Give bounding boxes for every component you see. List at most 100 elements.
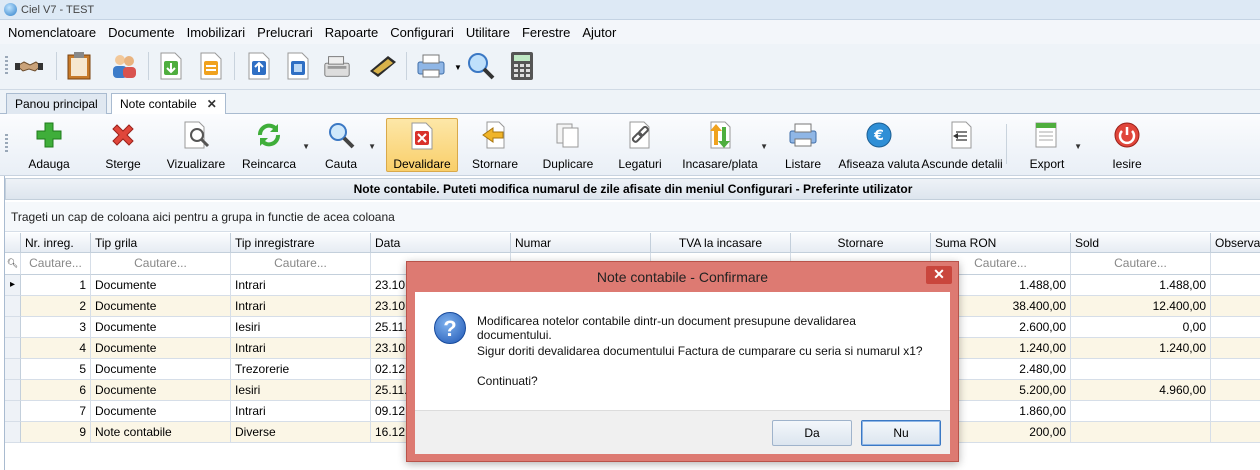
toolbar-grip[interactable]	[5, 56, 8, 76]
cell-tip-grila[interactable]: Note contabile	[91, 422, 231, 443]
menu-imobilizari[interactable]: Imobilizari	[181, 25, 252, 40]
cauta-dropdown-icon[interactable]: ▼	[368, 142, 376, 151]
duplicare-button[interactable]: Duplicare	[538, 118, 598, 172]
row-indicator[interactable]	[5, 380, 21, 401]
cell-observatii[interactable]	[1211, 359, 1260, 380]
close-icon[interactable]: ✕	[207, 97, 217, 111]
row-indicator[interactable]	[5, 422, 21, 443]
devalidare-button[interactable]: Devalidare	[386, 118, 458, 172]
filter-observatii[interactable]	[1211, 253, 1260, 275]
transfer-icon[interactable]	[196, 51, 226, 81]
cell-tip-inregistrare[interactable]: Intrari	[231, 275, 371, 296]
sterge-button[interactable]: Sterge	[94, 118, 152, 172]
cauta-button[interactable]: Cauta ▼	[320, 118, 376, 172]
column-header-nr-inreg[interactable]: Nr. inreg.	[21, 233, 91, 253]
legaturi-button[interactable]: Legaturi	[614, 118, 666, 172]
menu-configurari[interactable]: Configurari	[384, 25, 460, 40]
listare-button[interactable]: Listare	[780, 118, 826, 172]
cell-observatii[interactable]	[1211, 401, 1260, 422]
menu-nomenclatoare[interactable]: Nomenclatoare	[2, 25, 102, 40]
cell-observatii[interactable]	[1211, 275, 1260, 296]
menu-ajutor[interactable]: Ajutor	[576, 25, 622, 40]
handshake-icon[interactable]	[14, 51, 44, 81]
calculator-icon[interactable]	[507, 51, 537, 81]
cell-tip-inregistrare[interactable]: Diverse	[231, 422, 371, 443]
cell-observatii[interactable]	[1211, 380, 1260, 401]
column-header-numar[interactable]: Numar	[511, 233, 651, 253]
incasare-dropdown-icon[interactable]: ▼	[760, 142, 768, 151]
stornare-button[interactable]: Stornare	[468, 118, 522, 172]
cell-sold[interactable]: 4.960,00	[1071, 380, 1211, 401]
export-button[interactable]: Export ▼	[1024, 118, 1082, 172]
adauga-button[interactable]: Adauga	[20, 118, 78, 172]
vizualizare-button[interactable]: Vizualizare	[166, 118, 226, 172]
cell-tip-inregistrare[interactable]: Intrari	[231, 401, 371, 422]
import-icon[interactable]	[156, 51, 186, 81]
menu-prelucrari[interactable]: Prelucrari	[251, 25, 319, 40]
cell-observatii[interactable]	[1211, 422, 1260, 443]
column-header-tip-grila[interactable]: Tip grila	[91, 233, 231, 253]
cell-tip-inregistrare[interactable]: Trezorerie	[231, 359, 371, 380]
cell-tip-grila[interactable]: Documente	[91, 275, 231, 296]
cell-sold[interactable]: 12.400,00	[1071, 296, 1211, 317]
cell-tip-grila[interactable]: Documente	[91, 338, 231, 359]
row-indicator[interactable]	[5, 359, 21, 380]
filter-sold[interactable]: Cautare...	[1071, 253, 1211, 275]
cell-tip-inregistrare[interactable]: Intrari	[231, 296, 371, 317]
row-indicator[interactable]	[5, 296, 21, 317]
row-indicator[interactable]	[5, 401, 21, 422]
column-header-tva-la-incasare[interactable]: TVA la incasare	[651, 233, 791, 253]
cash-register-icon[interactable]	[322, 51, 352, 81]
column-header-tip-inregistrare[interactable]: Tip inregistrare	[231, 233, 371, 253]
column-header-suma-ron[interactable]: Suma RON	[931, 233, 1071, 253]
cell-sold[interactable]	[1071, 401, 1211, 422]
cell-nr-inreg[interactable]: 3	[21, 317, 91, 338]
cell-sold[interactable]	[1071, 359, 1211, 380]
cell-nr-inreg[interactable]: 9	[21, 422, 91, 443]
cell-nr-inreg[interactable]: 6	[21, 380, 91, 401]
cell-nr-inreg[interactable]: 2	[21, 296, 91, 317]
iesire-button[interactable]: Iesire	[1106, 118, 1148, 172]
ascunde-detalii-button[interactable]: Ascunde detalii	[921, 118, 1003, 172]
window-icon[interactable]	[283, 51, 313, 81]
row-indicator[interactable]	[5, 317, 21, 338]
printer-dropdown-icon[interactable]: ▼	[454, 63, 462, 72]
reincarca-dropdown-icon[interactable]: ▼	[302, 142, 310, 151]
da-button[interactable]: Da	[772, 420, 852, 446]
cell-tip-grila[interactable]: Documente	[91, 296, 231, 317]
afiseaza-valuta-button[interactable]: € Afiseaza valuta	[838, 118, 920, 172]
cell-nr-inreg[interactable]: 4	[21, 338, 91, 359]
cell-nr-inreg[interactable]: 1	[21, 275, 91, 296]
cell-sold[interactable]: 1.240,00	[1071, 338, 1211, 359]
column-header-sold[interactable]: Sold	[1071, 233, 1211, 253]
users-icon[interactable]	[109, 51, 139, 81]
menu-ferestre[interactable]: Ferestre	[516, 25, 576, 40]
tab-panou-principal[interactable]: Panou principal	[6, 93, 107, 114]
cell-tip-grila[interactable]: Documente	[91, 401, 231, 422]
cell-tip-inregistrare[interactable]: Iesiri	[231, 380, 371, 401]
search-globe-icon[interactable]	[466, 51, 496, 81]
clipboard-icon[interactable]	[64, 51, 94, 81]
cell-sold[interactable]: 0,00	[1071, 317, 1211, 338]
filter-tip-grila[interactable]: Cautare...	[91, 253, 231, 275]
filter-tip-inregistrare[interactable]: Cautare...	[231, 253, 371, 275]
cell-tip-grila[interactable]: Documente	[91, 359, 231, 380]
menu-documente[interactable]: Documente	[102, 25, 180, 40]
menu-rapoarte[interactable]: Rapoarte	[319, 25, 384, 40]
group-by-panel[interactable]: Trageti un cap de coloana aici pentru a …	[5, 202, 1260, 232]
wallet-icon[interactable]	[368, 51, 398, 81]
row-indicator[interactable]: ▸	[5, 275, 21, 296]
reincarca-button[interactable]: Reincarca ▼	[240, 118, 310, 172]
menu-utilitare[interactable]: Utilitare	[460, 25, 516, 40]
column-header-observatii[interactable]: Observat	[1211, 233, 1260, 253]
cell-sold[interactable]: 1.488,00	[1071, 275, 1211, 296]
column-header-data[interactable]: Data	[371, 233, 511, 253]
cell-tip-inregistrare[interactable]: Intrari	[231, 338, 371, 359]
nu-button[interactable]: Nu	[861, 420, 941, 446]
printer-icon[interactable]	[416, 51, 446, 81]
cell-tip-inregistrare[interactable]: Iesiri	[231, 317, 371, 338]
cell-observatii[interactable]	[1211, 317, 1260, 338]
toolbar-grip[interactable]	[5, 134, 8, 154]
column-header-stornare[interactable]: Stornare	[791, 233, 931, 253]
cell-observatii[interactable]	[1211, 338, 1260, 359]
